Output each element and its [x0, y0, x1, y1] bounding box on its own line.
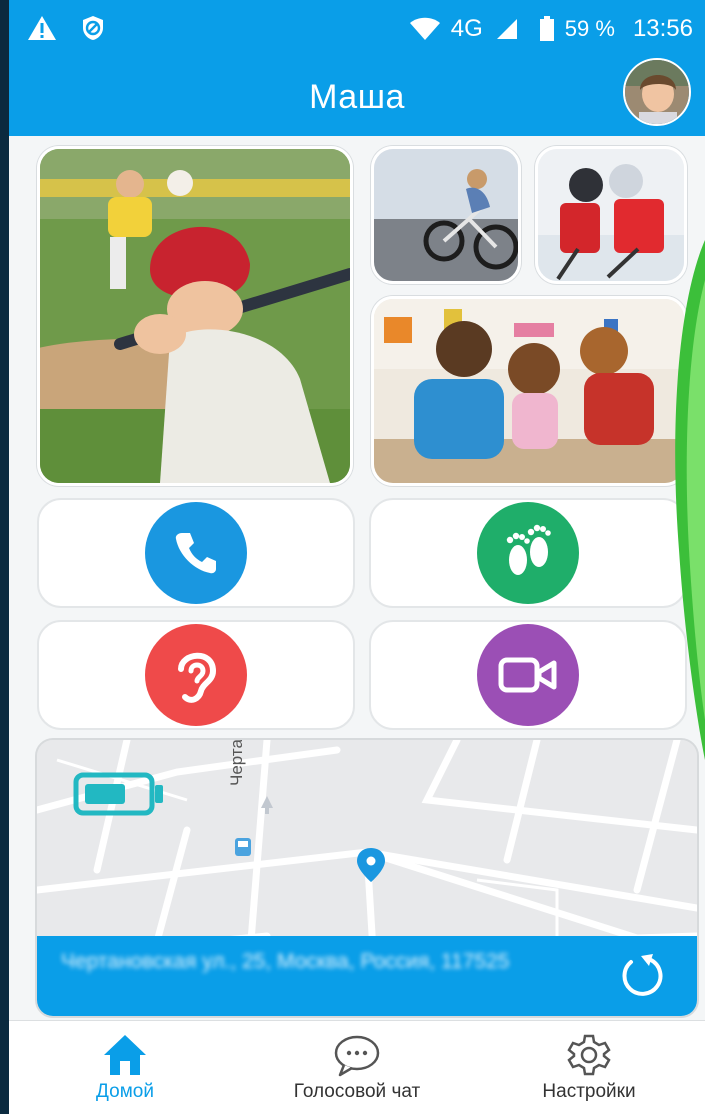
- address-text: Чертановская ул., 25, Москва, Россия, 11…: [61, 950, 510, 973]
- warning-icon: [28, 16, 56, 40]
- nav-settings-label: Настройки: [542, 1081, 636, 1102]
- phone-icon: [145, 502, 247, 604]
- nav-home[interactable]: Домой: [9, 1021, 241, 1114]
- street-label: Чертанов: [227, 738, 246, 786]
- battery-percent: 59 %: [564, 16, 615, 41]
- page-title: Маша: [309, 78, 405, 116]
- battery-status-icon: [539, 16, 554, 41]
- bottom-navigation: Домой Голосовой чат Настройки: [9, 1020, 705, 1114]
- refresh-icon[interactable]: [617, 950, 667, 1005]
- photo-girl-bicycle[interactable]: [371, 146, 521, 284]
- clock: 13:56: [632, 15, 693, 42]
- ear-icon: [145, 624, 247, 726]
- photo-baseball-boy[interactable]: [37, 146, 353, 486]
- status-bar: 4G 59 % 13:56: [9, 0, 705, 62]
- avatar[interactable]: [623, 58, 691, 126]
- chat-bubble-icon: [332, 1033, 382, 1077]
- address-bar: Чертановская ул., 25, Москва, Россия, 11…: [37, 936, 697, 1016]
- blocked-icon: [83, 16, 103, 40]
- call-button[interactable]: [37, 498, 355, 608]
- video-button[interactable]: [369, 620, 687, 730]
- video-camera-icon: [477, 624, 579, 726]
- footprints-icon: [477, 502, 579, 604]
- signal-icon: [496, 19, 517, 39]
- nav-voice-chat[interactable]: Голосовой чат: [241, 1021, 473, 1114]
- gear-icon: [564, 1033, 614, 1077]
- listen-button[interactable]: [37, 620, 355, 730]
- home-icon: [100, 1033, 150, 1077]
- nav-settings[interactable]: Настройки: [473, 1021, 705, 1114]
- decorative-swoosh: [675, 240, 705, 760]
- network-type: 4G: [450, 15, 483, 42]
- location-map[interactable]: Чертанов Чертановская ул., 25, Москва, Р…: [35, 738, 699, 1018]
- nav-home-label: Домой: [96, 1081, 154, 1102]
- photo-kids-playing[interactable]: [371, 296, 687, 486]
- nav-voice-chat-label: Голосовой чат: [293, 1081, 421, 1102]
- wifi-icon: [409, 17, 440, 40]
- phone-screen: 4G 59 % 13:56 Маша Чертанов Чертановская…: [9, 0, 705, 1114]
- battery-icon: [73, 772, 165, 821]
- steps-button[interactable]: [369, 498, 687, 608]
- app-bar: Маша: [9, 58, 705, 136]
